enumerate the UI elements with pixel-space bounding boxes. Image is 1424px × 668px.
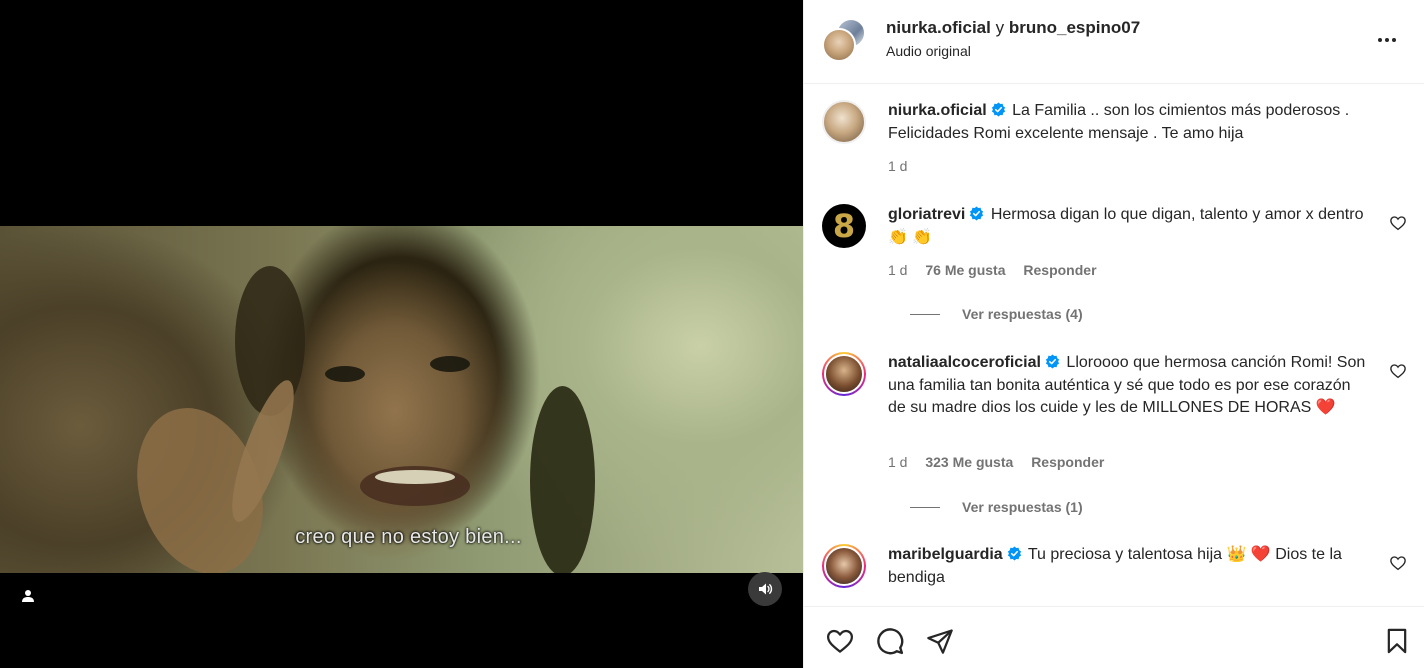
- bookmark-icon: [1387, 628, 1407, 654]
- like-button[interactable]: [824, 625, 856, 657]
- reply-button[interactable]: Responder: [1031, 454, 1104, 470]
- comment-time[interactable]: 1 d: [888, 454, 907, 470]
- video-player[interactable]: creo que no estoy bien...: [0, 226, 803, 573]
- post-panel: niurka.oficial y bruno_espino07 Audio or…: [803, 0, 1424, 668]
- tagged-users-button[interactable]: [12, 580, 44, 612]
- reply-button[interactable]: Responder: [1023, 262, 1096, 278]
- comment-text-block: nataliaalcoceroficial Lloroooo que hermo…: [888, 352, 1368, 420]
- comment-text-block: gloriatrevi Hermosa digan lo que digan, …: [888, 204, 1368, 249]
- video-subtitle: creo que no estoy bien...: [295, 526, 522, 548]
- more-horizontal-icon: [1385, 38, 1389, 42]
- comment-likes[interactable]: 323 Me gusta: [925, 454, 1013, 470]
- user-icon: [22, 590, 34, 602]
- more-horizontal-icon: [1378, 38, 1382, 42]
- collab-avatars[interactable]: [822, 18, 868, 64]
- view-replies-label: Ver respuestas (1): [962, 499, 1083, 515]
- post-media: creo que no estoy bien...: [0, 0, 803, 668]
- share-button[interactable]: [924, 625, 956, 657]
- avatar-image: [824, 546, 864, 586]
- comment-meta: 1 d 76 Me gusta Responder: [888, 262, 1111, 278]
- heart-icon[interactable]: [1389, 214, 1407, 232]
- more-options-button[interactable]: [1372, 30, 1402, 50]
- avatar[interactable]: [822, 544, 866, 588]
- video-scene-detail: [375, 470, 455, 484]
- comment-button[interactable]: [874, 625, 906, 657]
- comment-username[interactable]: maribelguardia: [888, 546, 1003, 563]
- comment-time[interactable]: 1 d: [888, 158, 907, 174]
- avatar[interactable]: [822, 28, 856, 62]
- comment-meta: 1 d: [888, 158, 921, 174]
- comment-meta: 1 d 323 Me gusta Responder: [888, 454, 1118, 470]
- comments-list[interactable]: niurka.oficial La Familia .. son los cim…: [804, 84, 1424, 606]
- heart-icon[interactable]: [1389, 362, 1407, 380]
- verified-badge-icon: [991, 102, 1005, 117]
- save-button[interactable]: [1381, 625, 1413, 657]
- comment-icon: [877, 628, 904, 655]
- more-horizontal-icon: [1392, 38, 1396, 42]
- collaborator-link[interactable]: bruno_espino07: [1009, 18, 1140, 37]
- speaker-icon: [759, 583, 773, 595]
- replies-divider: [910, 506, 940, 508]
- view-replies-button[interactable]: Ver respuestas (1): [910, 499, 1083, 515]
- view-replies-button[interactable]: Ver respuestas (4): [910, 306, 1083, 322]
- post-header: niurka.oficial y bruno_espino07 Audio or…: [804, 0, 1424, 84]
- comment-likes[interactable]: 76 Me gusta: [925, 262, 1005, 278]
- video-scene-detail: [430, 356, 470, 372]
- avatar-image: [824, 354, 864, 394]
- author-link[interactable]: niurka.oficial: [886, 18, 991, 37]
- avatar[interactable]: [822, 352, 866, 396]
- comment-text-block: maribelguardia Tu preciosa y talentosa h…: [888, 544, 1368, 589]
- caption-text-block: niurka.oficial La Familia .. son los cim…: [888, 100, 1368, 145]
- mute-button[interactable]: [748, 572, 782, 606]
- post-authors: niurka.oficial y bruno_espino07: [886, 18, 1140, 38]
- video-scene-detail: [325, 366, 365, 382]
- comment-username[interactable]: gloriatrevi: [888, 206, 965, 223]
- authors-connector: y: [995, 18, 1005, 37]
- audio-link[interactable]: Audio original: [886, 43, 971, 59]
- heart-icon[interactable]: [1389, 554, 1407, 572]
- verified-badge-icon: [1007, 546, 1021, 561]
- heart-icon: [827, 629, 853, 653]
- verified-badge-icon: [1045, 354, 1060, 369]
- paper-plane-icon: [927, 629, 953, 654]
- comment-username[interactable]: nataliaalcoceroficial: [888, 354, 1041, 371]
- comment-username[interactable]: niurka.oficial: [888, 102, 987, 119]
- avatar-logo: 8: [832, 207, 856, 245]
- verified-badge-icon: [970, 206, 984, 221]
- view-replies-label: Ver respuestas (4): [962, 306, 1083, 322]
- comment-time[interactable]: 1 d: [888, 262, 907, 278]
- post-actions: [804, 606, 1424, 668]
- avatar[interactable]: 8: [822, 204, 866, 248]
- avatar[interactable]: [822, 100, 866, 144]
- replies-divider: [910, 313, 940, 315]
